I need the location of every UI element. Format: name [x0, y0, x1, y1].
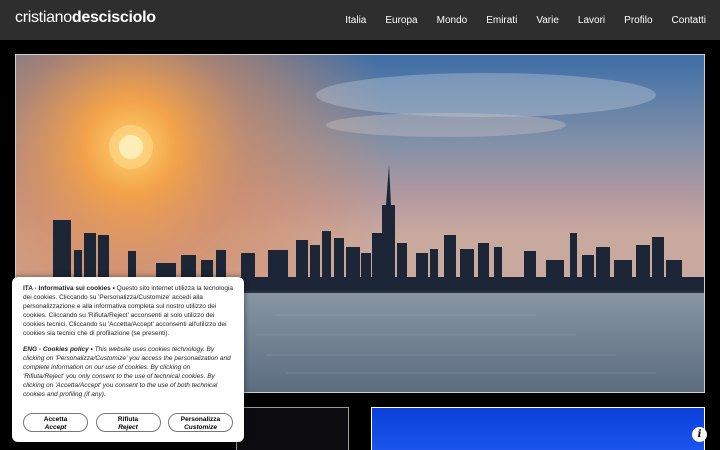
- reject-button[interactable]: Rifiuta Reject: [95, 413, 161, 432]
- logo-light-text: cristiano: [15, 9, 72, 26]
- nav-item-emirati[interactable]: Emirati: [486, 15, 517, 26]
- cookie-text-ita: ITA - Informativa sui cookies • Questo s…: [23, 284, 233, 338]
- accept-label-ita: Accetta: [43, 416, 68, 423]
- cookie-text-eng: ENG - Cookies policy • This website uses…: [23, 345, 233, 399]
- logo-bold-text: descisciolo: [71, 9, 156, 26]
- site-logo[interactable]: cristianodescisciolo: [15, 9, 156, 27]
- customize-label-ita: Personalizza: [180, 416, 221, 423]
- accept-label-eng: Accept: [44, 423, 67, 431]
- cookie-title-ita: ITA - Informativa sui cookies: [23, 285, 111, 292]
- nav-item-lavori[interactable]: Lavori: [578, 15, 605, 26]
- customize-label-eng: Customize: [184, 423, 217, 431]
- top-navigation-bar: cristianodescisciolo Italia Europa Mondo…: [0, 0, 720, 40]
- reject-label-eng: Reject: [118, 423, 138, 431]
- cookie-body-eng: This website uses cookies technology. By…: [23, 346, 231, 398]
- gallery-thumbnail-2[interactable]: [371, 407, 705, 450]
- cookie-title-eng: ENG - Cookies policy: [23, 346, 89, 353]
- nav-item-europa[interactable]: Europa: [385, 15, 417, 26]
- nav-item-italia[interactable]: Italia: [345, 15, 366, 26]
- reject-label-ita: Rifiuta: [117, 416, 139, 423]
- cookie-body-ita: Questo sito internet utilizza la tecnolo…: [23, 285, 234, 337]
- cookie-consent-dialog: ITA - Informativa sui cookies • Questo s…: [12, 277, 244, 442]
- customize-button[interactable]: Personalizza Customize: [168, 413, 233, 432]
- nav-item-varie[interactable]: Varie: [536, 15, 559, 26]
- cookie-buttons: Accetta Accept Rifiuta Reject Personaliz…: [23, 413, 233, 432]
- gallery-thumbnail-1[interactable]: [236, 407, 349, 450]
- nav-item-contatti[interactable]: Contatti: [672, 15, 706, 26]
- nav-item-mondo[interactable]: Mondo: [437, 15, 468, 26]
- accept-button[interactable]: Accetta Accept: [23, 413, 88, 432]
- nav-item-profilo[interactable]: Profilo: [624, 15, 652, 26]
- info-icon[interactable]: i: [692, 427, 707, 442]
- main-menu: Italia Europa Mondo Emirati Varie Lavori…: [345, 0, 706, 40]
